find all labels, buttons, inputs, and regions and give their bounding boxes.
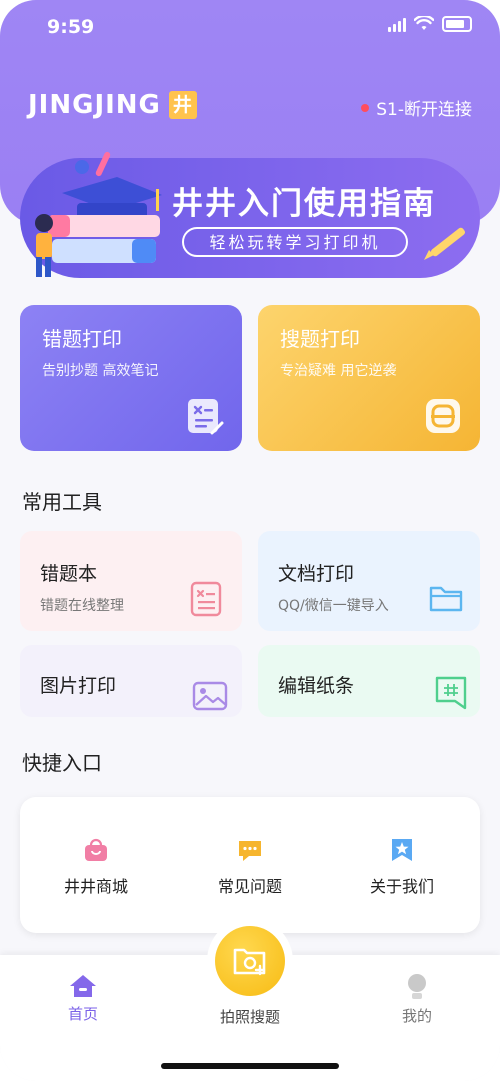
tools-section-title: 常用工具	[22, 490, 102, 514]
camera-folder-icon	[233, 948, 266, 976]
tab-label: 我的	[401, 1007, 432, 1025]
user-icon	[408, 974, 426, 999]
status-dot-icon	[361, 103, 370, 112]
home-indicator	[161, 1063, 339, 1069]
search-print-card[interactable]: 搜题打印 专治疑难 用它逆袭	[258, 305, 480, 451]
app-screen: 9:59 JINGJING 井 S1-断开连接 井井入门使用指南 轻松玩转学习打…	[0, 0, 500, 1081]
logo-badge: 井	[168, 91, 197, 119]
scan-icon	[426, 399, 460, 433]
logo-text: JINGJING	[28, 90, 161, 120]
quick-entry-panel: 井井商城 常见问题 关于我们	[20, 797, 480, 933]
tool-title: 图片打印	[40, 675, 117, 697]
quick-item-label: 井井商城	[63, 877, 128, 896]
connection-label: S1-断开连接	[376, 100, 472, 120]
tool-title: 编辑纸条	[278, 675, 355, 697]
document-edit-icon	[188, 399, 224, 435]
camera-button-frame	[207, 918, 293, 1004]
quick-section-title: 快捷入口	[22, 751, 102, 775]
note-tag-icon	[435, 676, 467, 710]
banner-title: 井井入门使用指南	[172, 186, 436, 222]
status-icons	[388, 16, 472, 32]
image-icon	[192, 681, 228, 711]
quick-item-about[interactable]: 关于我们	[342, 837, 462, 897]
camera-tab-label[interactable]: 拍照搜题	[200, 1006, 300, 1027]
banner-subtitle: 轻松玩转学习打印机	[182, 227, 408, 257]
battery-icon	[442, 16, 472, 32]
home-icon	[70, 975, 96, 997]
card-subtitle: 告别抄题 高效笔记	[42, 363, 159, 379]
signal-icon	[388, 16, 406, 32]
mistake-book-tool[interactable]: 错题本 错题在线整理	[20, 531, 242, 631]
image-print-tool[interactable]: 图片打印	[20, 645, 242, 717]
quick-item-shop[interactable]: 井井商城	[36, 837, 156, 897]
notebook-icon	[190, 581, 222, 617]
tool-title: 错题本	[40, 563, 98, 585]
tab-mine[interactable]: 我的	[367, 973, 467, 1026]
books-illustration	[35, 151, 162, 277]
document-print-tool[interactable]: 文档打印 QQ/微信一键导入	[258, 531, 480, 631]
tool-title: 文档打印	[278, 563, 355, 585]
status-time: 9:59	[47, 16, 95, 38]
connection-status[interactable]: S1-断开连接	[361, 95, 472, 120]
tool-subtitle: QQ/微信一键导入	[278, 598, 389, 614]
pen-icon	[424, 227, 466, 260]
mistake-print-card[interactable]: 错题打印 告别抄题 高效笔记	[20, 305, 242, 451]
folder-icon	[429, 586, 463, 612]
card-title: 错题打印	[42, 327, 122, 351]
app-logo: JINGJING 井	[28, 90, 197, 120]
card-title: 搜题打印	[280, 327, 360, 351]
edit-note-tool[interactable]: 编辑纸条	[258, 645, 480, 717]
camera-search-button[interactable]	[215, 926, 285, 996]
bookmark-star-icon	[392, 839, 412, 861]
card-subtitle: 专治疑难 用它逆袭	[280, 363, 397, 379]
quick-item-label: 关于我们	[369, 877, 434, 896]
status-bar: 9:59	[0, 0, 500, 54]
tab-label: 首页	[67, 1005, 98, 1023]
chat-bubble-icon	[239, 841, 261, 861]
quick-item-faq[interactable]: 常见问题	[190, 837, 310, 897]
tab-home[interactable]: 首页	[33, 973, 133, 1024]
wifi-icon	[414, 16, 434, 30]
tool-subtitle: 错题在线整理	[40, 598, 124, 614]
quick-item-label: 常见问题	[217, 877, 282, 896]
shopping-bag-icon	[85, 838, 107, 861]
